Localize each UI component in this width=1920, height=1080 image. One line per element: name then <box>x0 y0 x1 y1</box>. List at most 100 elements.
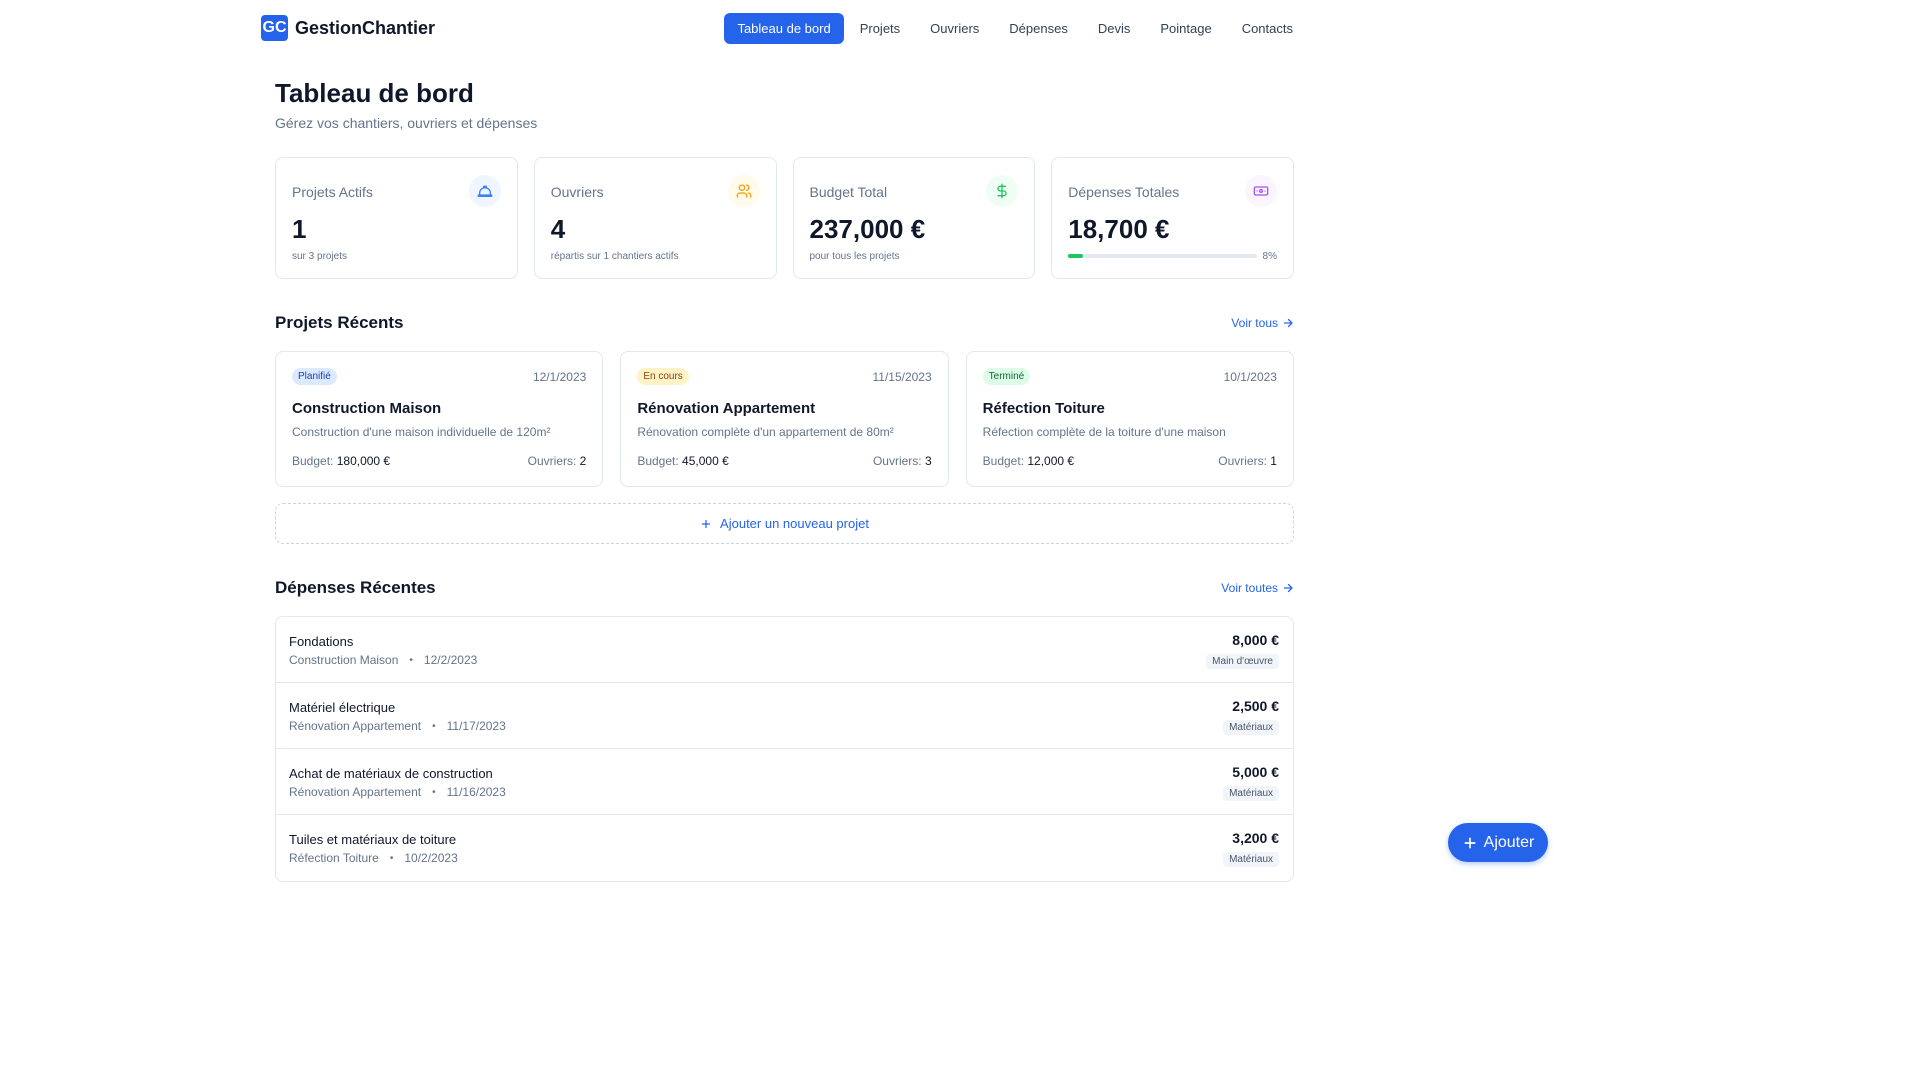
plus-icon <box>701 519 711 528</box>
stat-card-expenses: Dépenses Totales 18,700 € 8% <box>1051 157 1294 279</box>
category-badge: Matériaux <box>1223 786 1279 801</box>
brand-logo: GC <box>261 15 288 41</box>
arrow-right-icon <box>1283 318 1293 328</box>
stats-row: Projets Actifs 1 sur 3 projets Ouvriers … <box>275 157 1294 279</box>
add-project-button[interactable]: Ajouter un nouveau projet <box>275 503 1294 544</box>
project-date: 12/1/2023 <box>532 370 587 384</box>
expense-row[interactable]: Fondations Construction Maison • 12/2/20… <box>276 617 1293 683</box>
stat-note: répartis sur 1 chantiers actifs <box>550 251 679 262</box>
stat-note: sur 3 projets <box>292 251 348 262</box>
expense-name: Tuiles et matériaux de toiture <box>289 832 457 847</box>
arrow-right-icon <box>1283 583 1293 593</box>
stat-value: 1 <box>292 214 307 244</box>
nav-item-devis[interactable]: Devis <box>1084 13 1145 44</box>
workers-label: Ouvriers: <box>872 454 922 468</box>
nav-item-projets[interactable]: Projets <box>846 13 914 44</box>
nav-item-tableau-de-bord[interactable]: Tableau de bord <box>724 13 844 44</box>
brand[interactable]: GC GestionChantier <box>261 15 435 41</box>
expense-meta: Réfection Toiture • 10/2/2023 <box>289 851 458 865</box>
workers-value: 2 <box>579 454 587 468</box>
expense-project: Rénovation Appartement <box>289 719 422 733</box>
expense-amount: 2,500 € <box>1232 698 1279 714</box>
stat-card-budget: Budget Total 237,000 € pour tous les pro… <box>792 157 1036 279</box>
project-card[interactable]: Terminé 10/1/2023 Réfection Toiture Réfe… <box>965 351 1294 487</box>
project-name: Construction Maison <box>292 400 442 417</box>
add-fab-button[interactable]: Ajouter <box>1448 823 1548 862</box>
recent-expenses-list: Fondations Construction Maison • 12/2/20… <box>275 616 1294 882</box>
expense-project: Réfection Toiture <box>289 851 379 865</box>
nav-item-pointage[interactable]: Pointage <box>1146 13 1225 44</box>
expense-meta: Rénovation Appartement • 11/16/2023 <box>289 785 506 799</box>
nav-item-depenses[interactable]: Dépenses <box>995 13 1082 44</box>
expenses-progress-bar <box>1068 254 1258 258</box>
expense-date: 12/2/2023 <box>423 653 478 667</box>
main-nav: Tableau de bord Projets Ouvriers Dépense… <box>722 13 1307 44</box>
stat-note: pour tous les projets <box>809 251 900 262</box>
recent-expenses-header: Dépenses Récentes Voir toutes <box>275 578 1294 598</box>
expense-row[interactable]: Achat de matériaux de construction Rénov… <box>276 749 1293 815</box>
stat-label: Budget Total <box>809 184 888 200</box>
category-badge: Matériaux <box>1223 852 1279 867</box>
nav-item-contacts[interactable]: Contacts <box>1228 13 1307 44</box>
workers-value: 3 <box>924 454 932 468</box>
project-date: 11/15/2023 <box>872 370 932 384</box>
project-card[interactable]: En cours 11/15/2023 Rénovation Apparteme… <box>620 351 949 487</box>
separator-dot: • <box>432 786 436 798</box>
expense-meta: Rénovation Appartement • 11/17/2023 <box>289 719 506 733</box>
page-header: Tableau de bord Gérez vos chantiers, ouv… <box>275 78 537 131</box>
separator-dot: • <box>409 654 413 666</box>
expense-name: Achat de matériaux de construction <box>289 766 493 781</box>
budget-value: 180,000 € <box>336 454 391 468</box>
navbar: GC GestionChantier Tableau de bord Proje… <box>0 0 1568 56</box>
expense-project: Rénovation Appartement <box>289 785 422 799</box>
fab-label: Ajouter <box>1483 833 1535 851</box>
budget-label: Budget: <box>637 454 679 468</box>
view-all-expenses-link[interactable]: Voir toutes <box>1221 581 1294 595</box>
expense-date: 11/16/2023 <box>446 785 506 799</box>
add-project-label: Ajouter un nouveau projet <box>720 516 869 531</box>
expense-row[interactable]: Matériel électrique Rénovation Apparteme… <box>276 683 1293 749</box>
expense-amount: 3,200 € <box>1232 830 1279 846</box>
separator-dot: • <box>389 852 394 864</box>
category-badge: Main d'œuvre <box>1206 654 1279 669</box>
expenses-progress-text: 8% <box>1262 251 1277 262</box>
dollar-icon <box>986 175 1019 207</box>
stat-label: Ouvriers <box>550 184 604 200</box>
project-budget: Budget: 12,000 € <box>983 454 1074 468</box>
recent-projects-list: Planifié 12/1/2023 Construction Maison C… <box>275 351 1294 487</box>
project-description: Réfection complète de la toiture d'une m… <box>982 425 1226 439</box>
project-workers: Ouvriers: 1 <box>1218 454 1277 468</box>
expense-meta: Construction Maison • 12/2/2023 <box>289 653 477 667</box>
project-name: Réfection Toiture <box>982 400 1105 417</box>
project-workers: Ouvriers: 2 <box>528 454 587 468</box>
project-name: Rénovation Appartement <box>637 400 816 417</box>
expense-date: 10/2/2023 <box>404 851 458 865</box>
users-icon <box>727 175 760 207</box>
expense-name: Fondations <box>289 634 354 649</box>
expenses-progress-fill <box>1068 254 1084 258</box>
budget-label: Budget: <box>292 454 334 468</box>
nav-item-ouvriers[interactable]: Ouvriers <box>916 13 993 44</box>
expense-name: Matériel électrique <box>289 700 396 715</box>
stat-value: 18,700 € <box>1068 214 1170 244</box>
page-title: Tableau de bord <box>275 78 474 108</box>
project-description: Construction d'une maison individuelle d… <box>292 425 551 439</box>
budget-value: 12,000 € <box>1027 454 1075 468</box>
project-card[interactable]: Planifié 12/1/2023 Construction Maison C… <box>275 351 604 487</box>
page-subtitle: Gérez vos chantiers, ouvriers et dépense… <box>275 115 538 131</box>
separator-dot: • <box>432 720 436 732</box>
project-date: 10/1/2023 <box>1223 370 1277 384</box>
stat-value: 237,000 € <box>809 214 926 244</box>
link-label: Voir tous <box>1231 316 1278 330</box>
wallet-icon <box>1245 175 1277 207</box>
budget-value: 45,000 € <box>682 454 729 468</box>
project-description: Rénovation complète d'un appartement de … <box>637 425 894 439</box>
workers-label: Ouvriers: <box>527 454 577 468</box>
view-all-projects-link[interactable]: Voir tous <box>1231 316 1294 330</box>
stat-card-projects: Projets Actifs 1 sur 3 projets <box>275 157 518 279</box>
link-label: Voir toutes <box>1221 581 1278 595</box>
status-badge: Terminé <box>982 368 1031 385</box>
expense-row[interactable]: Tuiles et matériaux de toiture Réfection… <box>276 815 1293 881</box>
brand-name: GestionChantier <box>295 17 436 38</box>
hard-hat-icon <box>468 175 501 207</box>
